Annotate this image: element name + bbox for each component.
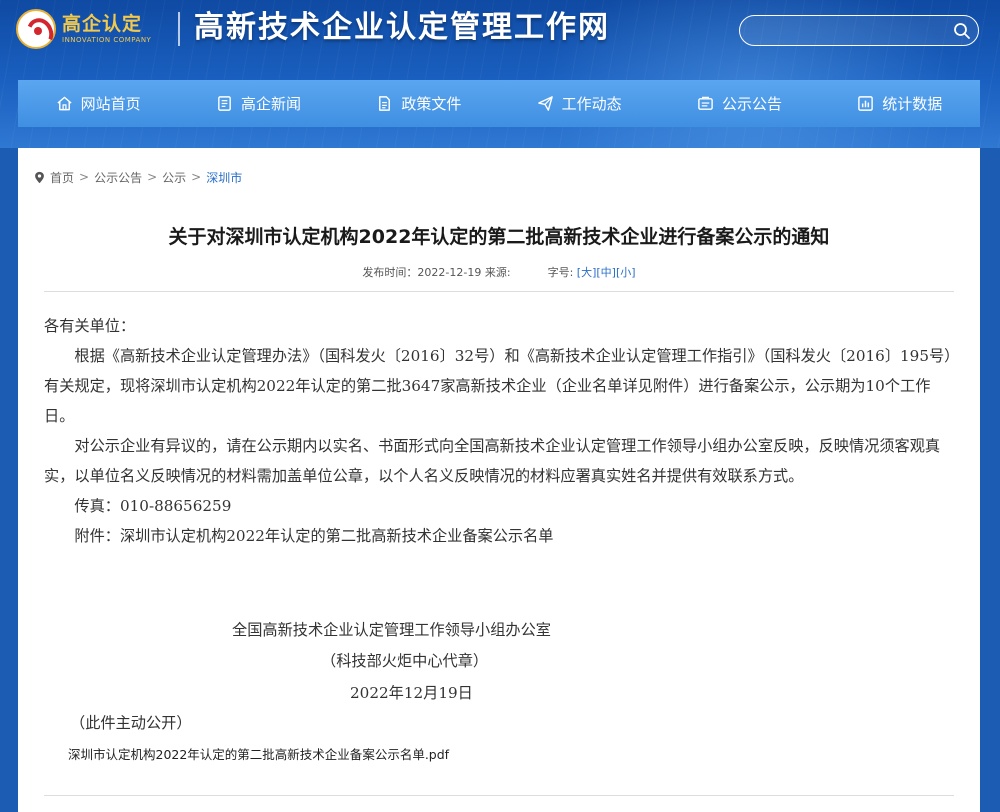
font-size-medium-link[interactable]: [中] (596, 266, 616, 279)
home-icon (57, 96, 72, 111)
font-size-small-link[interactable]: [小] (616, 266, 636, 279)
search-icon[interactable] (952, 21, 972, 41)
signature-seal: （科技部火炬中心代章） (321, 652, 489, 670)
nav-label: 高企新闻 (240, 95, 301, 113)
nav-label: 政策文件 (401, 95, 462, 113)
nav-label: 网站首页 (80, 95, 141, 113)
public-note: （此件主动公开） (70, 714, 192, 732)
salutation: 各有关单位： (44, 317, 136, 335)
breadcrumb-announcements[interactable]: 公示公告 (94, 169, 142, 186)
breadcrumb-separator: > (147, 170, 158, 184)
announcement-icon (698, 96, 713, 110)
search-input[interactable] (752, 20, 942, 42)
attachment-file-link[interactable]: 深圳市认定机构2022年认定的第二批高新技术企业备案公示名单.pdf (68, 744, 449, 763)
source-label: 来源: (484, 266, 511, 279)
breadcrumb-current[interactable]: 深圳市 (206, 169, 242, 186)
news-icon (218, 96, 231, 111)
breadcrumb-home[interactable]: 首页 (50, 169, 74, 186)
publish-time-label: 发布时间： (362, 266, 418, 279)
content-card: 首页 > 公示公告 > 公示 > 深圳市 关于对深圳市认定机构2022年认定的第… (18, 148, 980, 812)
breadcrumb-separator: > (191, 170, 202, 184)
logo-cn-text: 高企认定 (62, 13, 143, 35)
article-body: 各有关单位： 根据《高新技术企业认定管理办法》（国科发火〔2016〕32号）和《… (44, 311, 956, 551)
publish-time: 2022-12-19 (417, 266, 482, 279)
site-header: 高企认定 INNOVATION COMPANY 高新技术企业认定管理工作网 网站… (0, 0, 1000, 148)
chart-icon (858, 96, 874, 111)
nav-label: 统计数据 (882, 95, 943, 113)
nav-item-work-updates[interactable]: 工作动态 (499, 80, 659, 127)
site-title: 高新技术企业认定管理工作网 (194, 10, 610, 45)
location-pin-icon (35, 171, 44, 183)
nav-item-statistics[interactable]: 统计数据 (820, 80, 980, 127)
nav-label: 工作动态 (561, 95, 622, 113)
main-nav: 网站首页 高企新闻 政策文件 工作动态 公示公告 统计数据 (18, 80, 980, 127)
breadcrumb: 首页 > 公示公告 > 公示 > 深圳市 (34, 168, 242, 186)
nav-item-policy[interactable]: 政策文件 (339, 80, 499, 127)
font-size-large-link[interactable]: [大] (577, 266, 597, 279)
paper-plane-icon (537, 96, 553, 111)
search-box (739, 15, 979, 46)
logo-mark-icon (16, 9, 56, 49)
bottom-divider (44, 795, 954, 796)
signature-org: 全国高新技术企业认定管理工作领导小组办公室 (232, 621, 551, 639)
fax-line: 传真：010-88656259 (74, 497, 232, 515)
article-title: 关于对深圳市认定机构2022年认定的第二批高新技术企业进行备案公示的通知 (168, 226, 830, 248)
logo-divider (178, 12, 180, 46)
signature-date: 2022年12月19日 (350, 684, 473, 702)
attachment-line: 附件：深圳市认定机构2022年认定的第二批高新技术企业备案公示名单 (74, 527, 554, 545)
nav-item-news[interactable]: 高企新闻 (178, 80, 338, 127)
paragraph-2: 对公示企业有异议的，请在公示期内以实名、书面形式向全国高新技术企业认定管理工作领… (44, 437, 941, 485)
nav-item-announcements[interactable]: 公示公告 (659, 80, 819, 127)
logo-en-text: INNOVATION COMPANY (62, 36, 152, 44)
breadcrumb-separator: > (79, 170, 90, 184)
document-icon (379, 96, 391, 111)
site-logo[interactable]: 高企认定 INNOVATION COMPANY (16, 8, 166, 50)
breadcrumb-public-notice[interactable]: 公示 (162, 169, 186, 186)
nav-item-home[interactable]: 网站首页 (18, 80, 178, 127)
divider (44, 291, 954, 292)
nav-label: 公示公告 (721, 95, 782, 113)
paragraph-1: 根据《高新技术企业认定管理办法》（国科发火〔2016〕32号）和《高新技术企业认… (44, 347, 952, 425)
article-meta: 发布时间：2022-12-19 来源: 字号: [大][中][小] (18, 266, 980, 280)
font-size-label: 字号: (547, 266, 574, 279)
